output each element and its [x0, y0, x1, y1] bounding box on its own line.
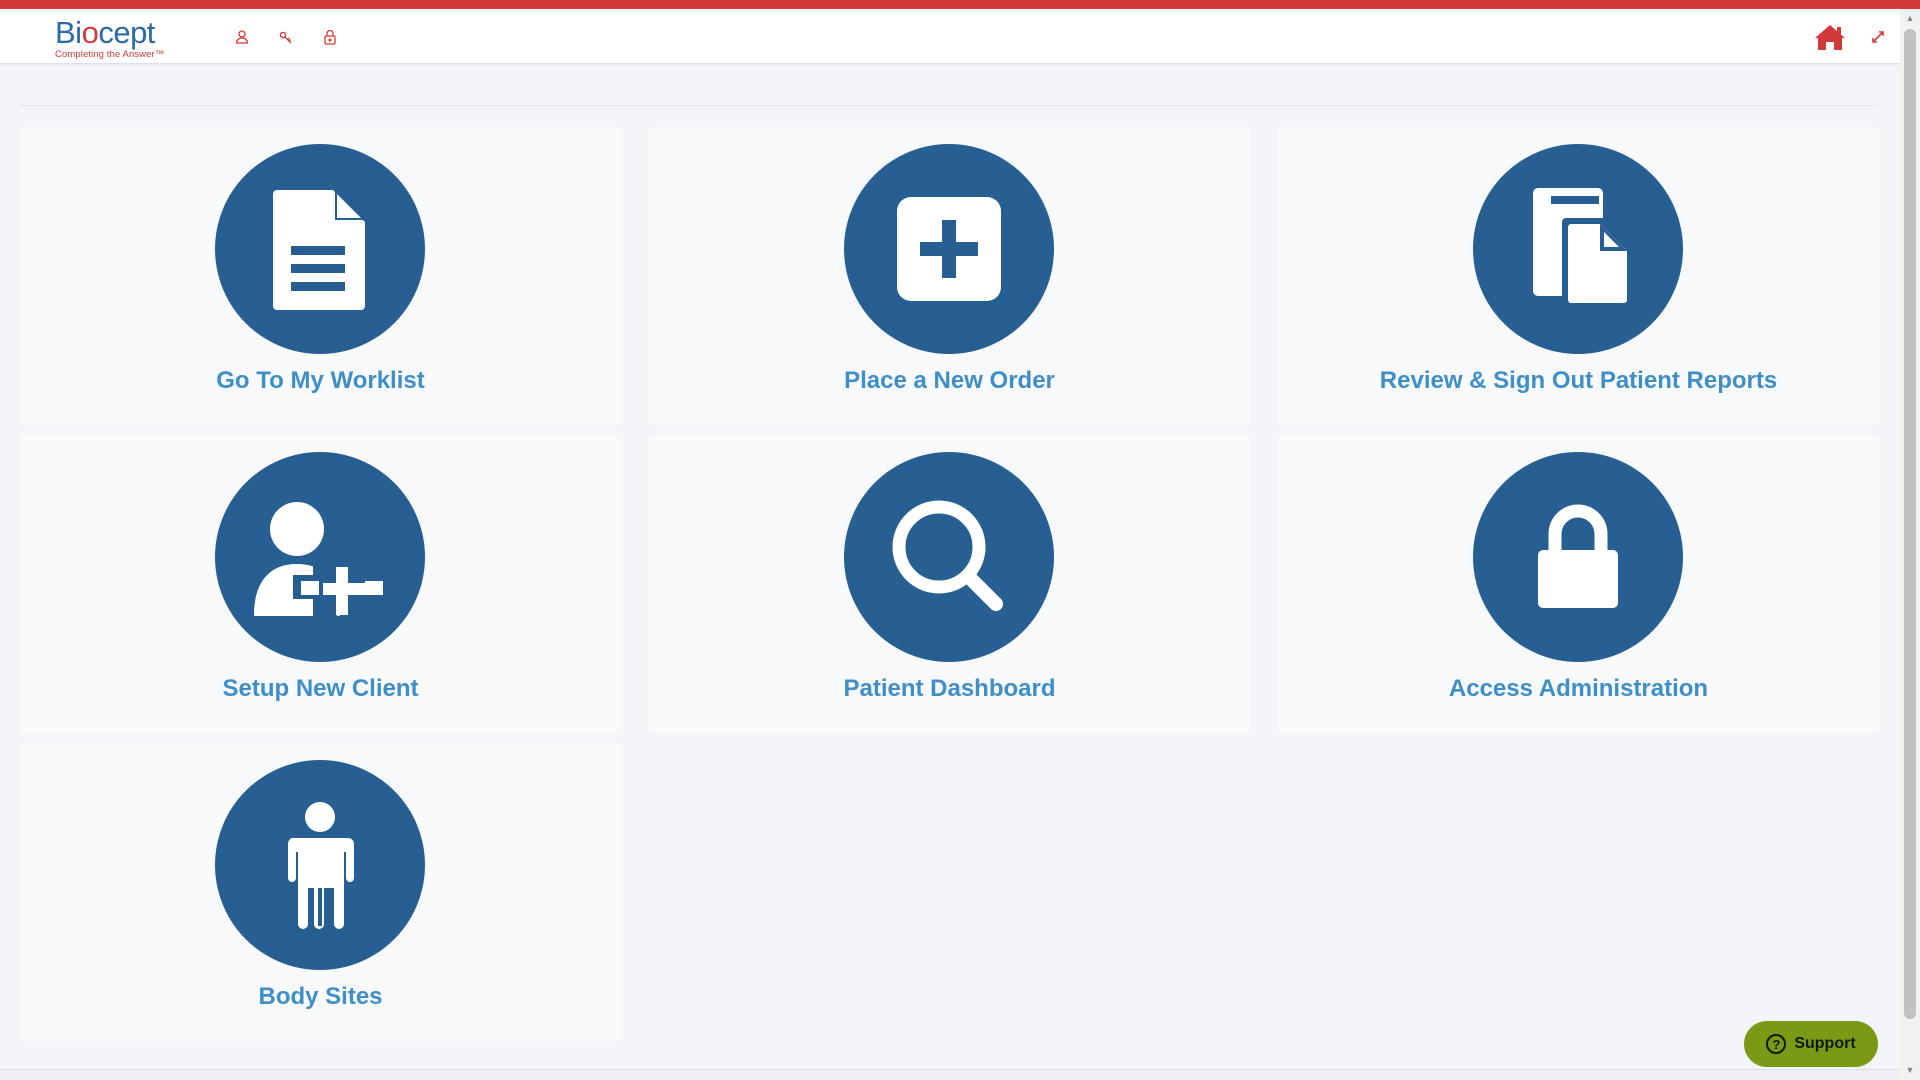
document-icon — [215, 144, 425, 354]
content-divider — [20, 105, 1878, 106]
tile-review-reports[interactable]: Review & Sign Out Patient Reports — [1278, 127, 1879, 425]
tile-access-admin[interactable]: Access Administration — [1278, 435, 1879, 733]
tile-label: Place a New Order — [844, 367, 1055, 394]
tile-body-sites[interactable]: Body Sites — [20, 743, 621, 1041]
page-footer-strip — [0, 1069, 1900, 1080]
support-label: Support — [1794, 1035, 1856, 1052]
person-icon — [215, 760, 425, 970]
home-icon[interactable] — [1812, 21, 1848, 53]
tile-label: Go To My Worklist — [216, 367, 425, 394]
scroll-up-arrow-icon[interactable]: ▲ — [1900, 9, 1920, 27]
tile-label: Body Sites — [258, 983, 383, 1010]
logo-tagline: Completing the Answer™ — [55, 49, 165, 60]
lock-icon — [1473, 452, 1683, 662]
plus-square-icon — [844, 144, 1054, 354]
tile-worklist[interactable]: Go To My Worklist — [20, 127, 621, 425]
search-icon — [844, 452, 1054, 662]
top-accent-bar — [0, 0, 1920, 9]
add-user-icon — [215, 452, 425, 662]
tile-label: Access Administration — [1448, 675, 1709, 702]
question-icon: ? — [1766, 1034, 1787, 1054]
tile-setup-client[interactable]: Setup New Client — [20, 435, 621, 733]
tile-patient-dashboard[interactable]: Patient Dashboard — [649, 435, 1250, 733]
expand-icon[interactable] — [1866, 25, 1890, 49]
key-icon[interactable] — [275, 26, 297, 48]
copy-documents-icon — [1473, 144, 1683, 354]
support-button[interactable]: ? Support — [1744, 1021, 1878, 1067]
tile-new-order[interactable]: Place a New Order — [649, 127, 1250, 425]
scroll-thumb[interactable] — [1904, 29, 1916, 1019]
app-header: Biocept Completing the Answer™ — [0, 9, 1900, 64]
lock-icon[interactable] — [319, 26, 341, 48]
tile-label: Setup New Client — [222, 675, 419, 702]
biocept-logo[interactable]: Biocept Completing the Answer™ — [55, 17, 175, 63]
logo-wordmark: Biocept — [55, 15, 155, 50]
tile-label: Patient Dashboard — [843, 675, 1056, 702]
scroll-down-arrow-icon[interactable]: ▼ — [1900, 1061, 1920, 1079]
tile-label: Review & Sign Out Patient Reports — [1379, 367, 1778, 394]
user-icon[interactable] — [231, 26, 253, 48]
vertical-scrollbar[interactable]: ▲ ▼ — [1900, 9, 1920, 1080]
